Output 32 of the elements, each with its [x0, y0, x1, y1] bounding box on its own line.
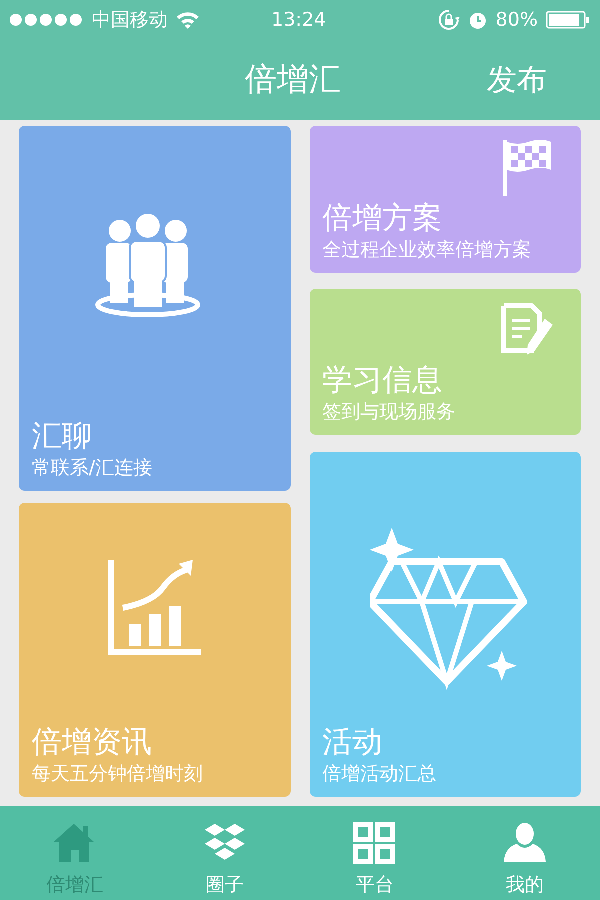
feature-tile[interactable]: 倍增资讯 每天五分钟倍增时刻: [19, 503, 290, 797]
feature-tile[interactable]: 汇聊 常联系/汇连接: [19, 126, 290, 491]
tile-subtitle: 每天五分钟倍增时刻: [32, 762, 204, 787]
checkered-flag-icon: [501, 140, 553, 196]
page-title: 倍增汇: [245, 59, 341, 100]
tile-subtitle: 全过程企业效率倍增方案: [322, 238, 532, 263]
tile-subtitle: 倍增活动汇总: [322, 762, 438, 787]
rotation-lock-icon: [438, 9, 460, 31]
battery-icon: [546, 11, 590, 29]
publish-button[interactable]: 发布: [487, 60, 547, 100]
carrier-name: 中国移动: [92, 8, 168, 33]
signal-icon: [10, 13, 84, 27]
grid-icon: [353, 822, 397, 864]
tile-subtitle: 签到与现场服务: [322, 400, 456, 425]
growth-chart-icon: [107, 558, 203, 658]
tile-subtitle: 常联系/汇连接: [32, 456, 154, 481]
tab-bar-item[interactable]: 平台: [300, 806, 450, 900]
alarm-icon: [468, 10, 488, 30]
person-icon: [503, 822, 547, 864]
tile-title: 倍增资讯: [32, 725, 153, 761]
clock-time: 13:24: [272, 9, 326, 31]
feature-tile[interactable]: 活动 倍增活动汇总: [310, 452, 581, 797]
battery-percentage: 80%: [496, 9, 538, 31]
tile-title: 汇聊: [32, 419, 93, 455]
tab-bar-item[interactable]: 圈子: [150, 806, 300, 900]
feature-tile[interactable]: 倍增方案 全过程企业效率倍增方案: [310, 126, 581, 273]
tile-title: 活动: [322, 725, 384, 761]
tile-title: 学习信息: [322, 363, 444, 399]
wifi-icon: [176, 11, 200, 29]
feature-tile[interactable]: 学习信息 签到与现场服务: [310, 289, 581, 435]
tab-bar-item[interactable]: 我的: [450, 806, 600, 900]
tile-title: 倍增方案: [322, 201, 444, 237]
